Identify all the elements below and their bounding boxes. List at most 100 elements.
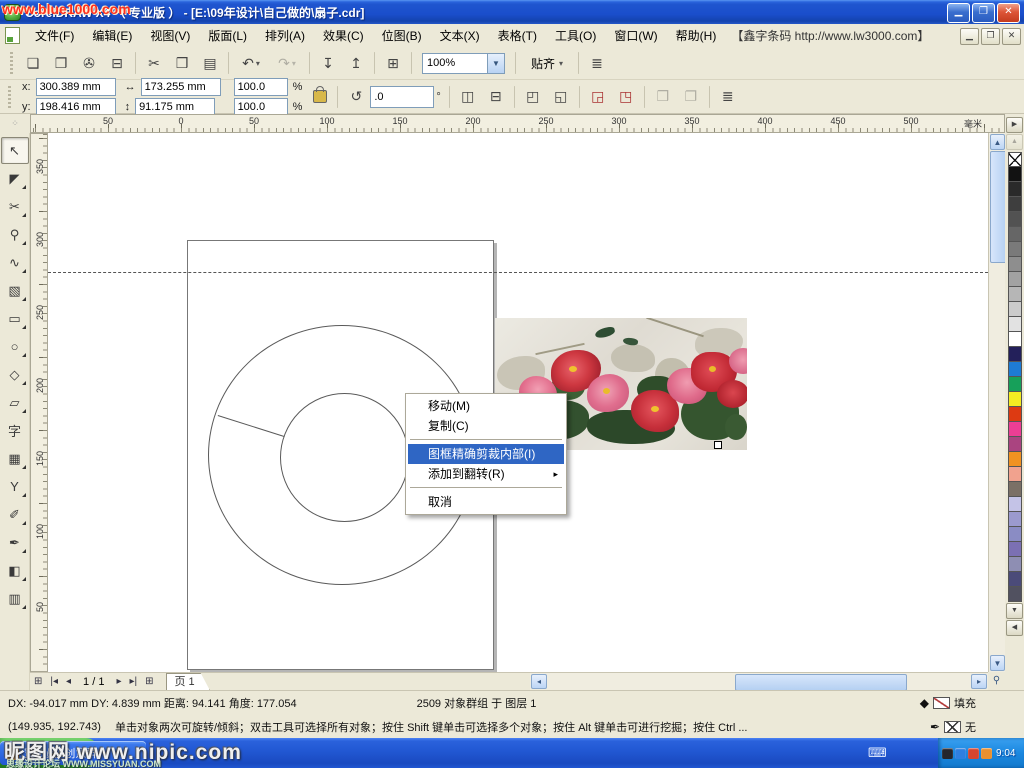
add-page-icon[interactable]: ⊞: [141, 676, 157, 687]
keyboard-language-icon[interactable]: ⌨: [868, 745, 887, 761]
doc-minimize-button[interactable]: ▁: [960, 28, 979, 45]
to-front-icon[interactable]: ❒: [650, 85, 676, 109]
color-swatch[interactable]: [1008, 497, 1022, 512]
previous-page-icon[interactable]: ◂: [62, 676, 75, 687]
security-tray-icon[interactable]: [968, 748, 979, 759]
open-icon[interactable]: ❐: [48, 51, 74, 75]
fill-tool[interactable]: ◧: [1, 557, 29, 584]
menu-item-cancel[interactable]: 取消 ▸: [408, 492, 564, 512]
menu-tools[interactable]: 工具(O): [546, 24, 605, 47]
color-swatch[interactable]: [1008, 242, 1022, 257]
interactive-fill-tool[interactable]: ▥: [1, 585, 29, 612]
no-color-swatch[interactable]: [1008, 152, 1022, 167]
color-swatch[interactable]: [1008, 182, 1022, 197]
menu-arrange[interactable]: 排列(A): [256, 24, 314, 47]
paste-icon[interactable]: ▤: [197, 51, 223, 75]
menu-help[interactable]: 帮助(H): [667, 24, 726, 47]
color-swatch[interactable]: [1008, 317, 1022, 332]
save-icon[interactable]: ✇: [76, 51, 102, 75]
menu-layout[interactable]: 版面(L): [199, 24, 256, 47]
page-tab[interactable]: 页 1: [166, 673, 210, 690]
color-swatch[interactable]: [1008, 347, 1022, 362]
pick-tool[interactable]: ↖: [1, 137, 29, 164]
redo-icon[interactable]: ↷: [270, 51, 304, 75]
color-swatch[interactable]: [1008, 422, 1022, 437]
menu-edit[interactable]: 编辑(E): [83, 24, 141, 47]
network-tray-icon[interactable]: [955, 748, 966, 759]
color-swatch[interactable]: [1008, 452, 1022, 467]
qq-tray-icon[interactable]: [942, 748, 953, 759]
add-page-icon[interactable]: ⊞: [30, 676, 46, 687]
menu-effects[interactable]: 效果(C): [314, 24, 373, 47]
polygon-tool[interactable]: ◇: [1, 361, 29, 388]
scroll-up-icon[interactable]: ▲: [990, 134, 1005, 150]
menu-item-copy[interactable]: 复制(C) ▸: [408, 416, 564, 436]
snap-to-dropdown[interactable]: 贴齐 ▾: [524, 52, 570, 75]
minimize-button[interactable]: ▁: [947, 3, 970, 23]
color-swatch[interactable]: [1008, 467, 1022, 482]
color-swatch[interactable]: [1008, 377, 1022, 392]
export-icon[interactable]: ↥: [343, 51, 369, 75]
outline-pen-tool[interactable]: ✒: [1, 529, 29, 556]
horizontal-scroll-thumb[interactable]: [735, 674, 907, 691]
color-swatch[interactable]: [1008, 392, 1022, 407]
remove-segment-icon[interactable]: ◲: [585, 85, 611, 109]
horizontal-ruler[interactable]: 50050100150200250300350400450500 毫米: [30, 114, 1005, 133]
freehand-tool[interactable]: ∿: [1, 249, 29, 276]
y-position-field[interactable]: [36, 98, 116, 116]
mirror-vertical-icon[interactable]: ⊟: [483, 85, 509, 109]
close-path-icon[interactable]: ◳: [613, 85, 639, 109]
combine-icon[interactable]: ◰: [520, 85, 546, 109]
lock-ratio-icon[interactable]: [313, 90, 327, 103]
selection-handle[interactable]: [714, 441, 722, 449]
table-tool[interactable]: ▦: [1, 445, 29, 472]
undo-icon[interactable]: ↶: [234, 51, 268, 75]
vertical-ruler[interactable]: 35030025020015010050: [30, 133, 48, 672]
last-page-icon[interactable]: ▸|: [125, 676, 141, 687]
palette-scroll-up-icon[interactable]: ▲: [1006, 134, 1023, 150]
app-tray-icon[interactable]: [981, 748, 992, 759]
scroll-right-icon[interactable]: ▸: [971, 674, 987, 689]
crop-tool[interactable]: ✂: [1, 193, 29, 220]
eyedropper-tool[interactable]: ✐: [1, 501, 29, 528]
copy-icon[interactable]: ❒: [169, 51, 195, 75]
doc-restore-button[interactable]: ❐: [981, 28, 1000, 45]
to-back-icon[interactable]: ❐: [678, 85, 704, 109]
drawing-canvas[interactable]: 移动(M) ▸ 复制(C) ▸ ▸ 图框精确剪裁内部(I) ▸ 添加到翻转(R)…: [48, 133, 988, 672]
color-swatch[interactable]: [1008, 287, 1022, 302]
print-icon[interactable]: ⊟: [104, 51, 130, 75]
scale-x-field[interactable]: [234, 78, 288, 96]
horizontal-scrollbar[interactable]: ◂ ▸: [530, 672, 988, 690]
shape-tool[interactable]: ◤: [1, 165, 29, 192]
color-swatch[interactable]: [1008, 572, 1022, 587]
chevron-down-icon[interactable]: ▼: [487, 54, 504, 73]
next-page-icon[interactable]: ▸: [112, 676, 125, 687]
color-swatch[interactable]: [1008, 407, 1022, 422]
close-button[interactable]: ✕: [997, 3, 1020, 23]
color-swatch[interactable]: [1008, 437, 1022, 452]
color-swatch[interactable]: [1008, 212, 1022, 227]
zoom-level-combo[interactable]: 100% ▼: [422, 53, 505, 74]
color-swatch[interactable]: [1008, 512, 1022, 527]
color-swatch[interactable]: [1008, 587, 1022, 602]
rotation-angle-field[interactable]: [370, 86, 434, 108]
color-swatch[interactable]: [1008, 167, 1022, 182]
navigator-icon[interactable]: ⚲: [988, 672, 1005, 690]
horizontal-guideline[interactable]: [48, 272, 988, 273]
color-swatch[interactable]: [1008, 542, 1022, 557]
palette-scroll-down-icon[interactable]: ▼: [1006, 603, 1023, 619]
x-position-field[interactable]: [36, 78, 116, 96]
color-swatch[interactable]: [1008, 482, 1022, 497]
color-swatch[interactable]: [1008, 557, 1022, 572]
menu-item-move[interactable]: 移动(M) ▸: [408, 396, 564, 416]
mirror-horizontal-icon[interactable]: ◫: [455, 85, 481, 109]
menu-file[interactable]: 文件(F): [26, 24, 83, 47]
menu-text[interactable]: 文本(X): [431, 24, 489, 47]
app-launcher-icon[interactable]: ⊞: [380, 51, 406, 75]
scale-y-field[interactable]: [234, 98, 288, 116]
menu-bitmaps[interactable]: 位图(B): [373, 24, 431, 47]
menu-window[interactable]: 窗口(W): [605, 24, 666, 47]
color-swatch[interactable]: [1008, 527, 1022, 542]
alignment-options-icon[interactable]: ≣: [584, 51, 610, 75]
smart-fill-tool[interactable]: ▧: [1, 277, 29, 304]
